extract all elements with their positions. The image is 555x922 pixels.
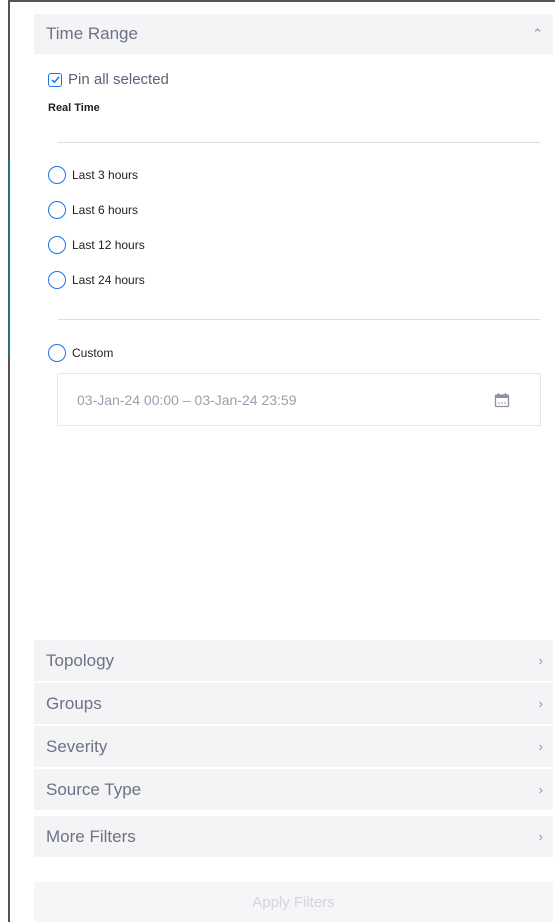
- time-range-header[interactable]: Time Range ⌃: [34, 14, 553, 54]
- section-title: Topology: [46, 650, 115, 670]
- section-title: More Filters: [46, 826, 136, 846]
- chevron-right-icon[interactable]: ›: [539, 782, 543, 797]
- radio-label: Last 24 hours: [72, 273, 145, 287]
- section-more-filters[interactable]: More Filters ›: [34, 816, 553, 857]
- radio-label: Custom: [72, 346, 114, 360]
- radio-last-6-hours[interactable]: Last 6 hours: [48, 201, 138, 219]
- radio-last-12-hours[interactable]: Last 12 hours: [48, 236, 145, 254]
- check-icon: [50, 76, 60, 84]
- chevron-right-icon[interactable]: ›: [539, 739, 543, 754]
- pin-all-checkbox[interactable]: [48, 72, 62, 87]
- chevron-right-icon[interactable]: ›: [539, 829, 543, 844]
- radio-circle[interactable]: [48, 166, 66, 184]
- calendar-icon[interactable]: [494, 392, 510, 408]
- radio-circle[interactable]: [48, 344, 66, 362]
- section-groups[interactable]: Groups ›: [34, 683, 553, 724]
- chevron-up-icon[interactable]: ⌃: [532, 26, 543, 42]
- section-severity[interactable]: Severity ›: [34, 726, 553, 767]
- radio-circle[interactable]: [48, 271, 66, 289]
- divider: [58, 319, 540, 320]
- radio-label: Last 3 hours: [72, 168, 139, 182]
- date-range-input[interactable]: 03-Jan-24 00:00 – 03-Jan-24 23:59: [57, 373, 541, 426]
- real-time-label: Real Time: [48, 102, 100, 114]
- frame-left-accent: [8, 160, 10, 355]
- radio-label: Last 6 hours: [72, 203, 139, 217]
- pin-all-label: Pin all selected: [68, 71, 169, 88]
- radio-last-24-hours[interactable]: Last 24 hours: [48, 271, 145, 289]
- chevron-right-icon[interactable]: ›: [539, 653, 543, 668]
- chevron-right-icon[interactable]: ›: [539, 696, 543, 711]
- section-source-type[interactable]: Source Type ›: [34, 769, 553, 810]
- frame-left-border: [8, 0, 10, 922]
- frame-top-border: [8, 0, 555, 2]
- date-range-value: 03-Jan-24 00:00 – 03-Jan-24 23:59: [77, 391, 297, 408]
- section-title: Severity: [46, 736, 108, 756]
- pin-all-checkbox-row[interactable]: Pin all selected: [48, 71, 169, 88]
- section-title: Source Type: [46, 779, 142, 799]
- apply-filters-button[interactable]: Apply Filters: [34, 882, 553, 922]
- time-range-title: Time Range: [46, 24, 138, 43]
- section-topology[interactable]: Topology ›: [34, 640, 553, 681]
- radio-last-3-hours[interactable]: Last 3 hours: [48, 166, 138, 184]
- radio-circle[interactable]: [48, 236, 66, 254]
- section-title: Groups: [46, 693, 102, 713]
- radio-custom[interactable]: Custom: [48, 344, 113, 362]
- radio-label: Last 12 hours: [72, 238, 145, 252]
- radio-circle[interactable]: [48, 201, 66, 219]
- divider: [58, 142, 540, 143]
